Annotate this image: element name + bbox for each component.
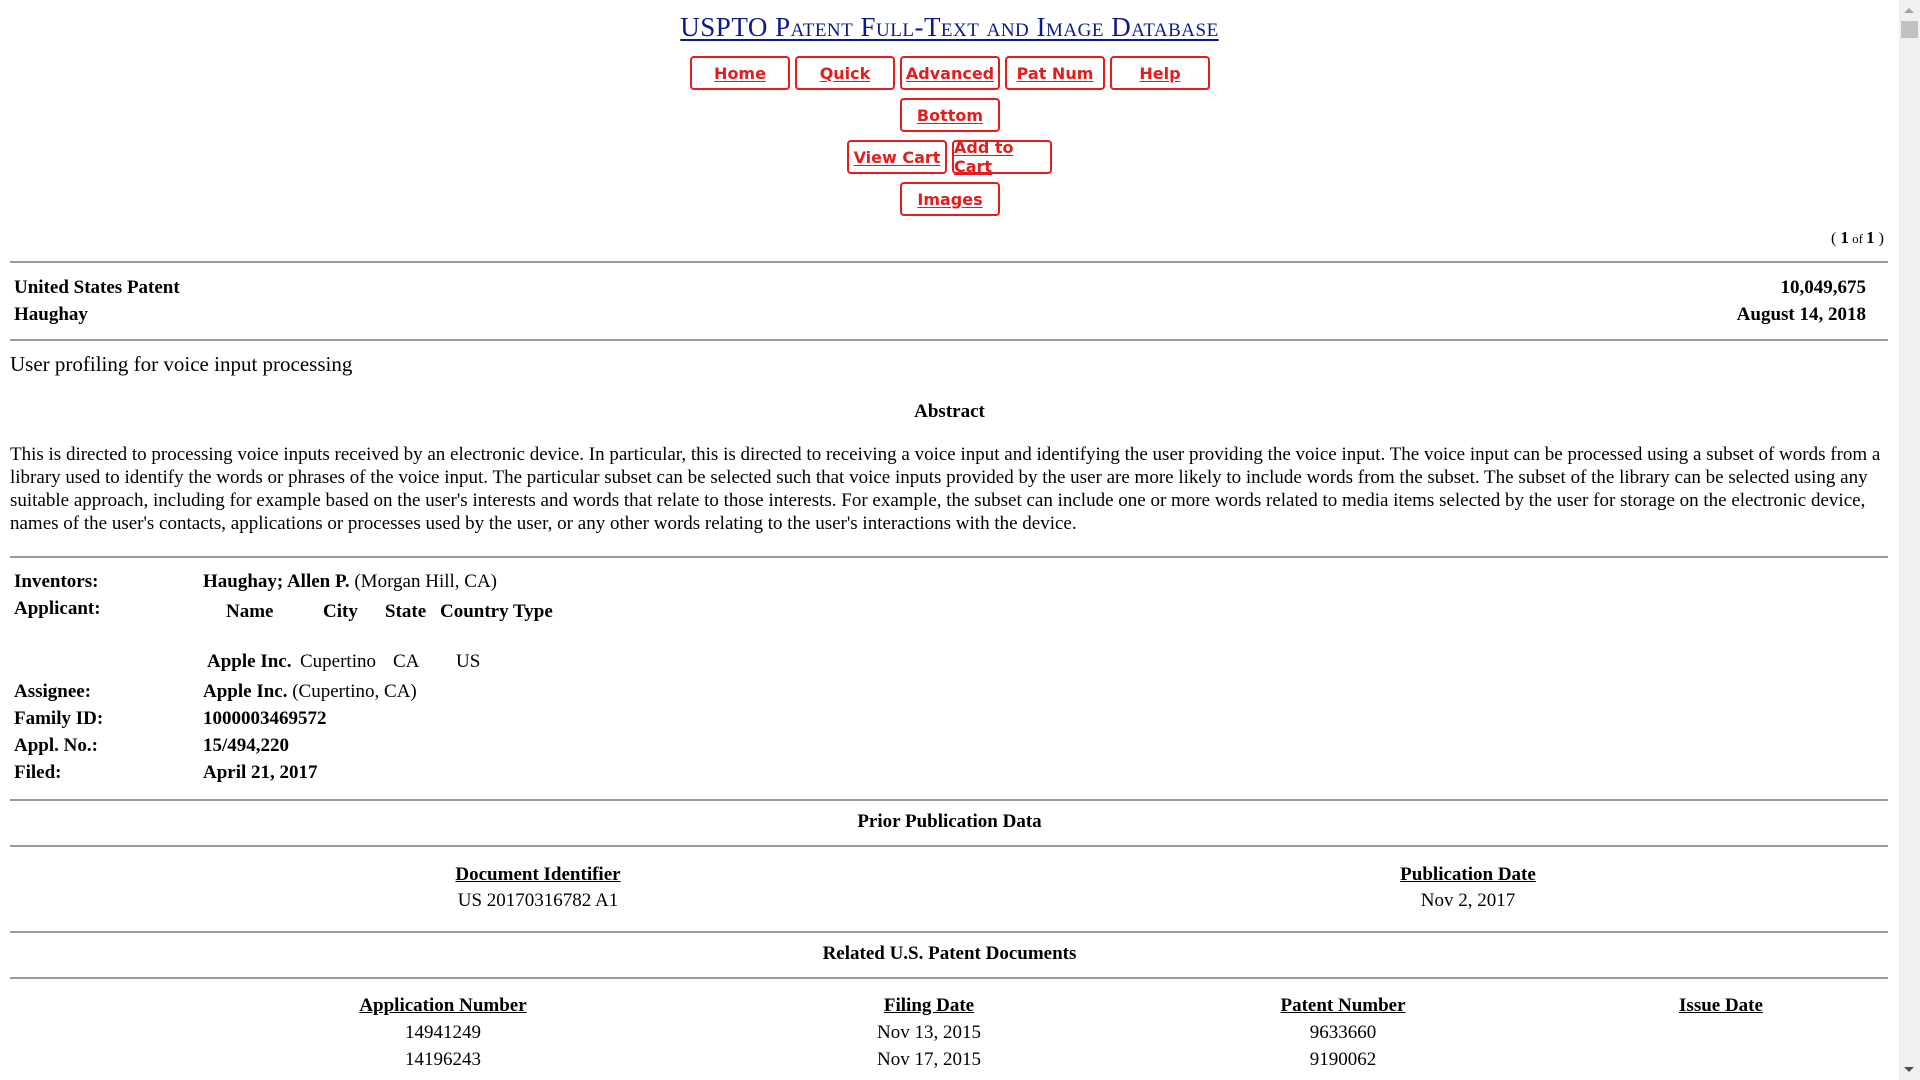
result-pager: ( 1 of 1 ) xyxy=(1831,228,1884,248)
divider xyxy=(10,931,1888,933)
bottom-button[interactable]: Bottom xyxy=(900,98,1000,132)
images-button[interactable]: Images xyxy=(900,182,1000,216)
patent-type-label: United States Patent xyxy=(14,277,180,298)
related-filing-date: Nov 13, 2015 xyxy=(877,1022,981,1043)
abstract-text: This is directed to processing voice inp… xyxy=(10,444,1881,534)
patent-number: 10,049,675 xyxy=(1780,277,1867,298)
divider xyxy=(10,845,1888,847)
related-application-number: 14941249 xyxy=(405,1022,481,1043)
inventors-label: Inventors: xyxy=(14,571,99,592)
help-button[interactable]: Help xyxy=(1110,56,1210,90)
pager-current: 1 xyxy=(1840,228,1849,247)
divider xyxy=(10,977,1888,979)
view-cart-button[interactable]: View Cart xyxy=(847,140,947,174)
applicant-state: CA xyxy=(393,651,420,672)
inventor-name: Haughay; Allen P. xyxy=(203,571,350,592)
patent-inventor-surname: Haughay xyxy=(14,304,88,325)
appl-no-label: Appl. No.: xyxy=(14,735,98,756)
related-col-patent-number: Patent Number xyxy=(1280,995,1406,1016)
vertical-scrollbar[interactable] xyxy=(1899,0,1920,1080)
related-col-application-number: Application Number xyxy=(359,995,527,1016)
site-title-link[interactable]: USPTO Patent Full-Text and Image Databas… xyxy=(680,12,1218,42)
related-col-filing-date: Filing Date xyxy=(883,995,975,1016)
abstract-heading: Abstract xyxy=(914,401,985,422)
prior-pub-col-document-identifier: Document Identifier xyxy=(455,864,621,885)
quick-button[interactable]: Quick xyxy=(795,56,895,90)
prior-pub-col-publication-date: Publication Date xyxy=(1400,864,1536,885)
related-patent-number: 9633660 xyxy=(1309,1022,1377,1043)
patent-date: August 14, 2018 xyxy=(1736,304,1866,325)
related-filing-date: Nov 17, 2015 xyxy=(877,1049,981,1070)
related-patent-number: 9190062 xyxy=(1309,1049,1377,1070)
patent-title: User profiling for voice input processin… xyxy=(10,352,353,376)
pager-close: ) xyxy=(1874,230,1884,247)
prior-pub-publication-date: Nov 2, 2017 xyxy=(1420,890,1516,911)
home-button[interactable]: Home xyxy=(690,56,790,90)
patent-page: USPTO Patent Full-Text and Image Databas… xyxy=(0,0,1899,1080)
pager-open: ( xyxy=(1831,230,1841,247)
assignee-location: (Cupertino, CA) xyxy=(287,681,417,702)
inventors-value: Haughay; Allen P. (Morgan Hill, CA) xyxy=(203,571,497,593)
add-to-cart-button[interactable]: Add to Cart xyxy=(952,138,1052,176)
pager-total: 1 xyxy=(1866,228,1875,247)
applicant-header-country: Country xyxy=(440,601,509,622)
assignee-label: Assignee: xyxy=(14,681,92,702)
assignee-value: Apple Inc. (Cupertino, CA) xyxy=(203,681,417,703)
applicant-country: US xyxy=(456,651,481,672)
applicant-header-name: Name xyxy=(226,601,274,622)
scroll-up-arrow-icon[interactable] xyxy=(1904,8,1914,13)
divider xyxy=(10,556,1888,558)
scroll-thumb[interactable] xyxy=(1901,21,1918,38)
family-id-label: Family ID: xyxy=(14,708,104,729)
pager-of: of xyxy=(1848,231,1867,246)
family-id-value: 1000003469572 xyxy=(203,708,327,729)
applicant-label: Applicant: xyxy=(14,598,101,619)
inventor-location: (Morgan Hill, CA) xyxy=(349,571,498,592)
applicant-city: Cupertino xyxy=(300,651,376,672)
applicant-header-type: Type xyxy=(513,601,553,622)
prior-publication-heading: Prior Publication Data xyxy=(857,811,1042,832)
pat-num-button[interactable]: Pat Num xyxy=(1005,56,1105,90)
related-application-number: 14196243 xyxy=(405,1049,481,1070)
divider xyxy=(10,261,1888,263)
applicant-name: Apple Inc. xyxy=(207,651,292,672)
applicant-header-city: City xyxy=(323,601,358,622)
applicant-header-state: State xyxy=(385,601,427,622)
appl-no-value: 15/494,220 xyxy=(203,735,290,756)
assignee-name: Apple Inc. xyxy=(203,681,288,702)
prior-pub-document-identifier: US 20170316782 A1 xyxy=(457,890,619,911)
site-title: USPTO Patent Full-Text and Image Databas… xyxy=(0,12,1899,43)
filed-label: Filed: xyxy=(14,762,62,783)
divider xyxy=(10,799,1888,801)
scroll-down-arrow-icon[interactable] xyxy=(1904,1067,1914,1072)
filed-value: April 21, 2017 xyxy=(203,762,318,783)
related-documents-heading: Related U.S. Patent Documents xyxy=(822,943,1077,964)
related-col-issue-date: Issue Date xyxy=(1679,995,1763,1016)
advanced-button[interactable]: Advanced xyxy=(900,56,1000,90)
divider xyxy=(10,339,1888,341)
